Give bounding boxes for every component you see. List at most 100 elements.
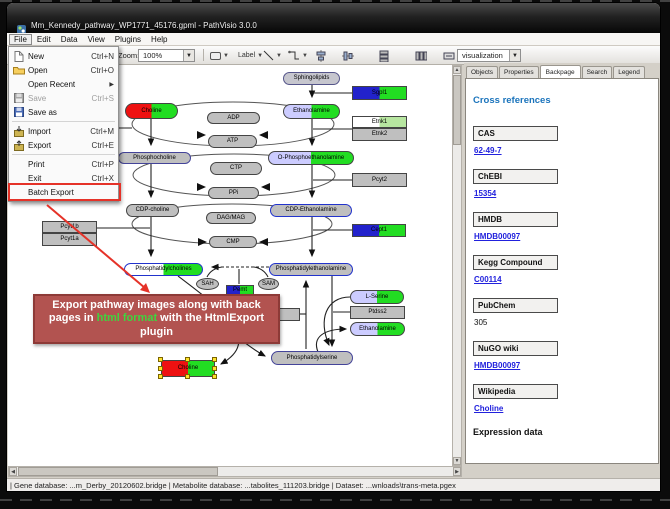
- common-size-button[interactable]: [443, 49, 455, 62]
- node-pcyt1a[interactable]: Pcyt1a: [42, 233, 97, 246]
- file-menu-item-open-recent[interactable]: Open Recent▶: [9, 77, 118, 91]
- node-cept1[interactable]: Cept1: [352, 224, 406, 237]
- node-phosphatidylserine[interactable]: Phosphatidylserine: [271, 351, 353, 365]
- chevron-down-icon[interactable]: ▼: [183, 50, 194, 61]
- node-choline-top[interactable]: Choline: [125, 103, 178, 119]
- line-tool-button[interactable]: ▼: [263, 49, 282, 62]
- menu-plugins[interactable]: Plugins: [110, 34, 146, 45]
- node-sgpl1[interactable]: Sgpl1: [352, 86, 407, 100]
- chevron-down-icon[interactable]: ▼: [302, 53, 308, 59]
- node-ptdss1[interactable]: [278, 308, 300, 321]
- scroll-down-icon[interactable]: ▼: [453, 457, 461, 465]
- common-size-icon: [443, 50, 455, 62]
- selection-handle[interactable]: [212, 357, 217, 362]
- node-ppi[interactable]: PPi: [208, 187, 259, 199]
- node-pcyt2[interactable]: Pcyt2: [352, 173, 407, 187]
- node-phosphocholine[interactable]: Phosphocholine: [118, 152, 191, 164]
- file-menu-item-batch-export[interactable]: Batch Export: [9, 185, 118, 199]
- stack-vertical-button[interactable]: [378, 49, 390, 62]
- chevron-down-icon[interactable]: ▼: [223, 53, 229, 59]
- selection-handle[interactable]: [185, 374, 190, 379]
- xref-link[interactable]: Choline: [474, 404, 503, 413]
- selection-handle[interactable]: [158, 374, 163, 379]
- selection-handle[interactable]: [158, 366, 163, 371]
- file-menu-item-import[interactable]: ImportCtrl+M: [9, 124, 118, 138]
- node-phosphatidylethanolamine[interactable]: Phosphatidylethanolamine: [269, 263, 353, 276]
- file-menu-item-open[interactable]: OpenCtrl+O: [9, 63, 118, 77]
- canvas-vertical-scrollbar[interactable]: ▲ ▼: [452, 65, 462, 466]
- crop-artifact-bottom: [0, 499, 670, 501]
- node-ptdss2[interactable]: Ptdss2: [350, 306, 405, 319]
- chevron-down-icon[interactable]: ▼: [276, 53, 282, 59]
- scroll-right-icon[interactable]: ▶: [453, 467, 461, 476]
- file-menu-item-print[interactable]: PrintCtrl+P: [9, 157, 118, 171]
- file-menu: NewCtrl+NOpenCtrl+OOpen Recent▶SaveCtrl+…: [8, 46, 119, 202]
- tab-legend[interactable]: Legend: [613, 66, 645, 78]
- export-icon: [12, 140, 26, 151]
- scroll-left-icon[interactable]: ◀: [9, 467, 17, 476]
- node-etnk2[interactable]: Etnk2: [352, 128, 407, 141]
- tab-objects[interactable]: Objects: [466, 66, 498, 78]
- tab-backpage[interactable]: Backpage: [540, 65, 581, 79]
- callout-text-after: with the HtmlExport plugin: [140, 312, 264, 337]
- xref-source-nugo-wiki: NuGO wiki: [473, 341, 558, 356]
- node-l-serine[interactable]: L-Serine: [350, 290, 404, 304]
- node-sam[interactable]: SAM: [258, 278, 279, 290]
- window-title: Mm_Kennedy_pathway_WP1771_45176.gpml - P…: [31, 21, 257, 30]
- selection-handle[interactable]: [185, 357, 190, 362]
- node-ctp[interactable]: CTP: [210, 162, 262, 175]
- node-pcyt1b[interactable]: Pcyt1b: [42, 221, 97, 233]
- file-menu-item-save-as[interactable]: Save as: [9, 105, 118, 119]
- node-etnk1[interactable]: Etnk1: [352, 116, 407, 128]
- xref-link[interactable]: HMDB00097: [474, 232, 520, 241]
- node-atp[interactable]: ATP: [208, 135, 257, 148]
- node-dag-mag[interactable]: DAG/MAG: [206, 212, 256, 224]
- tab-search[interactable]: Search: [582, 66, 613, 78]
- menu-file[interactable]: File: [9, 34, 32, 45]
- scroll-up-icon[interactable]: ▲: [453, 66, 461, 74]
- file-menu-item-export[interactable]: ExportCtrl+E: [9, 138, 118, 152]
- node-ethanolamine-bottom[interactable]: Ethanolamine: [350, 322, 405, 336]
- title-bar[interactable]: Mm_Kennedy_pathway_WP1771_45176.gpml - P…: [7, 3, 660, 33]
- zoom-combobox[interactable]: 100% ▼: [138, 49, 195, 62]
- menu-item-label: Import: [28, 127, 51, 136]
- align-vertical-center-icon: [342, 50, 354, 62]
- align-vertical-center-button[interactable]: [342, 49, 354, 62]
- label-tool-button[interactable]: Label▼: [238, 49, 263, 62]
- menu-help[interactable]: Help: [146, 34, 172, 45]
- node-adp[interactable]: ADP: [207, 112, 260, 124]
- node-cmp[interactable]: CMP: [209, 236, 257, 248]
- selection-handle[interactable]: [212, 374, 217, 379]
- xref-link[interactable]: HMDB00097: [474, 361, 520, 370]
- vertical-scroll-thumb[interactable]: [453, 75, 461, 145]
- align-horizontal-center-button[interactable]: [315, 49, 327, 62]
- node-ethanolamine-top[interactable]: Ethanolamine: [283, 104, 340, 119]
- stack-horizontal-button[interactable]: [415, 49, 427, 62]
- selection-handle[interactable]: [158, 357, 163, 362]
- xref-link[interactable]: C00114: [474, 275, 502, 284]
- xref-link[interactable]: 62-49-7: [474, 146, 502, 155]
- connector-tool-button[interactable]: ▼: [288, 49, 308, 62]
- xref-link[interactable]: 15354: [474, 189, 496, 198]
- menu-edit[interactable]: Edit: [32, 34, 56, 45]
- menu-view[interactable]: View: [83, 34, 110, 45]
- xref-source-wikipedia: Wikipedia: [473, 384, 558, 399]
- menu-separator: [12, 121, 115, 122]
- canvas-horizontal-scrollbar[interactable]: ◀ ▶: [8, 466, 462, 477]
- line-icon: [263, 50, 274, 61]
- node-o-phosphoethanolamine[interactable]: O-Phosphoethanolamine: [268, 151, 354, 165]
- node-cdp-ethanolamine[interactable]: CDP-Ethanolamine: [270, 204, 352, 217]
- selection-handle[interactable]: [212, 366, 217, 371]
- file-menu-item-new[interactable]: NewCtrl+N: [9, 49, 118, 63]
- node-phosphatidylcholines[interactable]: Phosphatidylcholines: [124, 263, 203, 276]
- node-cdp-choline[interactable]: CDP-choline: [126, 204, 179, 217]
- node-sah[interactable]: SAH: [196, 278, 219, 290]
- chevron-down-icon[interactable]: ▼: [509, 50, 520, 61]
- tab-properties[interactable]: Properties: [499, 66, 539, 78]
- node-sphingolipids[interactable]: Sphingolipids: [283, 72, 340, 85]
- horizontal-scroll-thumb[interactable]: [18, 467, 218, 476]
- visualization-combobox[interactable]: visualization ▼: [457, 49, 521, 62]
- xref-source-chebi: ChEBI: [473, 169, 558, 184]
- datanode-tool-button[interactable]: ▼: [210, 49, 229, 62]
- menu-data[interactable]: Data: [56, 34, 83, 45]
